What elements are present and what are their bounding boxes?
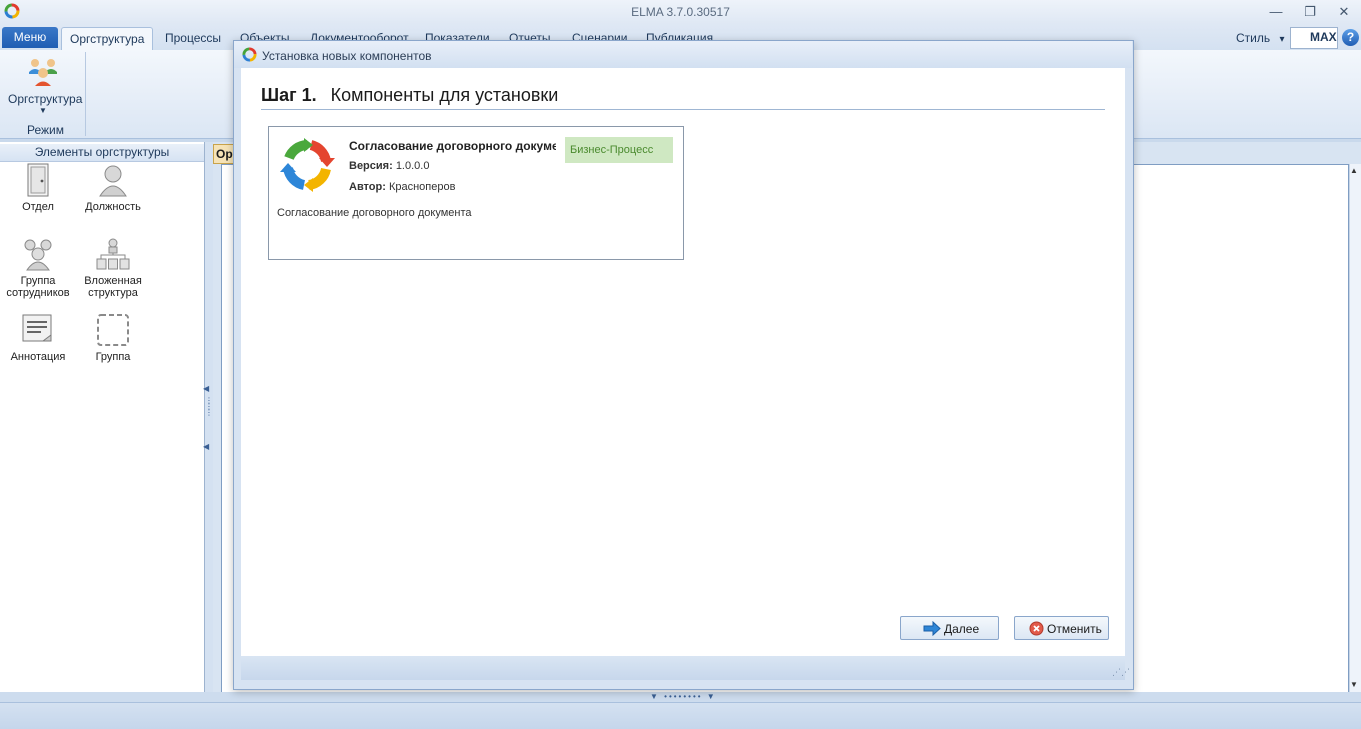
chevron-down-icon: ▾	[1279, 34, 1285, 45]
help-icon[interactable]: ?	[1342, 29, 1359, 46]
next-label: Далее	[944, 622, 980, 636]
hierarchy-icon	[96, 238, 130, 270]
version-value: 1.0.0.0	[395, 160, 430, 172]
tool-label: Аннотация	[10, 351, 66, 363]
dialog-footer	[241, 656, 1125, 680]
close-button[interactable]: ✕	[1334, 3, 1354, 21]
component-version: Версия: 1.0.0.0	[349, 160, 429, 172]
app-title: ELMA 3.7.0.30517	[631, 5, 730, 19]
author-label: Автор:	[349, 181, 386, 193]
people-icon	[24, 239, 52, 271]
step-number: Шаг 1.	[261, 85, 317, 105]
tool-annotation[interactable]: Аннотация	[2, 313, 74, 363]
people-group-icon[interactable]	[26, 56, 60, 88]
cycle-arrows-icon	[280, 138, 335, 192]
max-label: MAX	[1310, 30, 1337, 44]
tool-label: Должность	[85, 201, 141, 213]
tab-orgstructure[interactable]: Оргструктура	[61, 27, 154, 51]
dialog-title: Установка новых компонентов	[262, 49, 432, 63]
tab-processes[interactable]: Процессы	[157, 27, 229, 49]
tool-department[interactable]: Отдел	[2, 163, 74, 213]
tool-label: Группа сотрудников	[6, 275, 70, 299]
panel-splitter[interactable]	[205, 142, 213, 692]
orgstruct-button-label[interactable]: Оргструктура	[8, 92, 82, 106]
author-value: Красноперов	[388, 181, 456, 193]
tool-label: Вложенная структура	[84, 275, 142, 299]
cancel-circle-icon	[1029, 621, 1044, 636]
scroll-up-icon[interactable]: ▲	[1350, 166, 1358, 175]
panel-header: Элементы оргструктуры	[0, 144, 204, 162]
note-icon	[22, 314, 52, 342]
chevron-down-icon[interactable]: ▼	[39, 106, 47, 115]
tool-group[interactable]: Группа	[77, 313, 149, 363]
arrow-right-icon	[923, 621, 941, 636]
step-heading: Шаг 1. Компоненты для установки	[261, 85, 558, 106]
expand-bottom-icon[interactable]: ▼ •••••••• ▼	[650, 692, 717, 701]
component-author: Автор: Красноперов	[349, 181, 455, 193]
component-name: Согласование договорного документа	[349, 139, 556, 153]
component-description: Согласование договорного документа	[277, 207, 472, 219]
cancel-label: Отменить	[1047, 622, 1102, 636]
tool-label: Группа	[95, 351, 131, 363]
version-label: Версия:	[349, 160, 393, 172]
tool-nested-structure[interactable]: Вложенная структура	[77, 237, 149, 299]
collapse-left-icon[interactable]: ◀	[203, 442, 209, 451]
style-label: Стиль	[1236, 31, 1271, 45]
vertical-scrollbar[interactable]	[1349, 164, 1361, 692]
step-title: Компоненты для установки	[330, 85, 559, 105]
dashed-frame-icon	[97, 314, 129, 346]
ribbon-group-label: Режим	[27, 123, 64, 137]
tool-employee-group[interactable]: Группа сотрудников	[2, 237, 74, 299]
menu-button[interactable]: Меню	[2, 27, 58, 48]
resize-grip-icon[interactable]: ⋰⋰	[1112, 667, 1130, 678]
status-bar	[0, 702, 1361, 729]
tool-position[interactable]: Должность	[77, 163, 149, 213]
scroll-down-icon[interactable]: ▼	[1350, 680, 1358, 689]
door-icon	[27, 163, 49, 197]
orgstructure-elements-panel	[0, 142, 205, 692]
next-button[interactable]: Далее	[900, 616, 999, 640]
splitter-grip-icon: ⋮ ⋮ ⋮	[205, 396, 213, 417]
restore-button[interactable]: ❐	[1300, 3, 1320, 21]
elma-logo-icon	[242, 47, 257, 62]
tool-label: Отдел	[22, 201, 54, 213]
collapse-left-icon[interactable]: ◀	[203, 384, 209, 393]
component-type-badge: Бизнес-Процесс	[565, 137, 673, 163]
cancel-button[interactable]: Отменить	[1014, 616, 1109, 640]
person-icon	[99, 165, 127, 197]
style-dropdown[interactable]: Стиль ▾	[1236, 31, 1285, 45]
heading-divider	[261, 109, 1105, 110]
minimize-button[interactable]: —	[1266, 3, 1286, 21]
